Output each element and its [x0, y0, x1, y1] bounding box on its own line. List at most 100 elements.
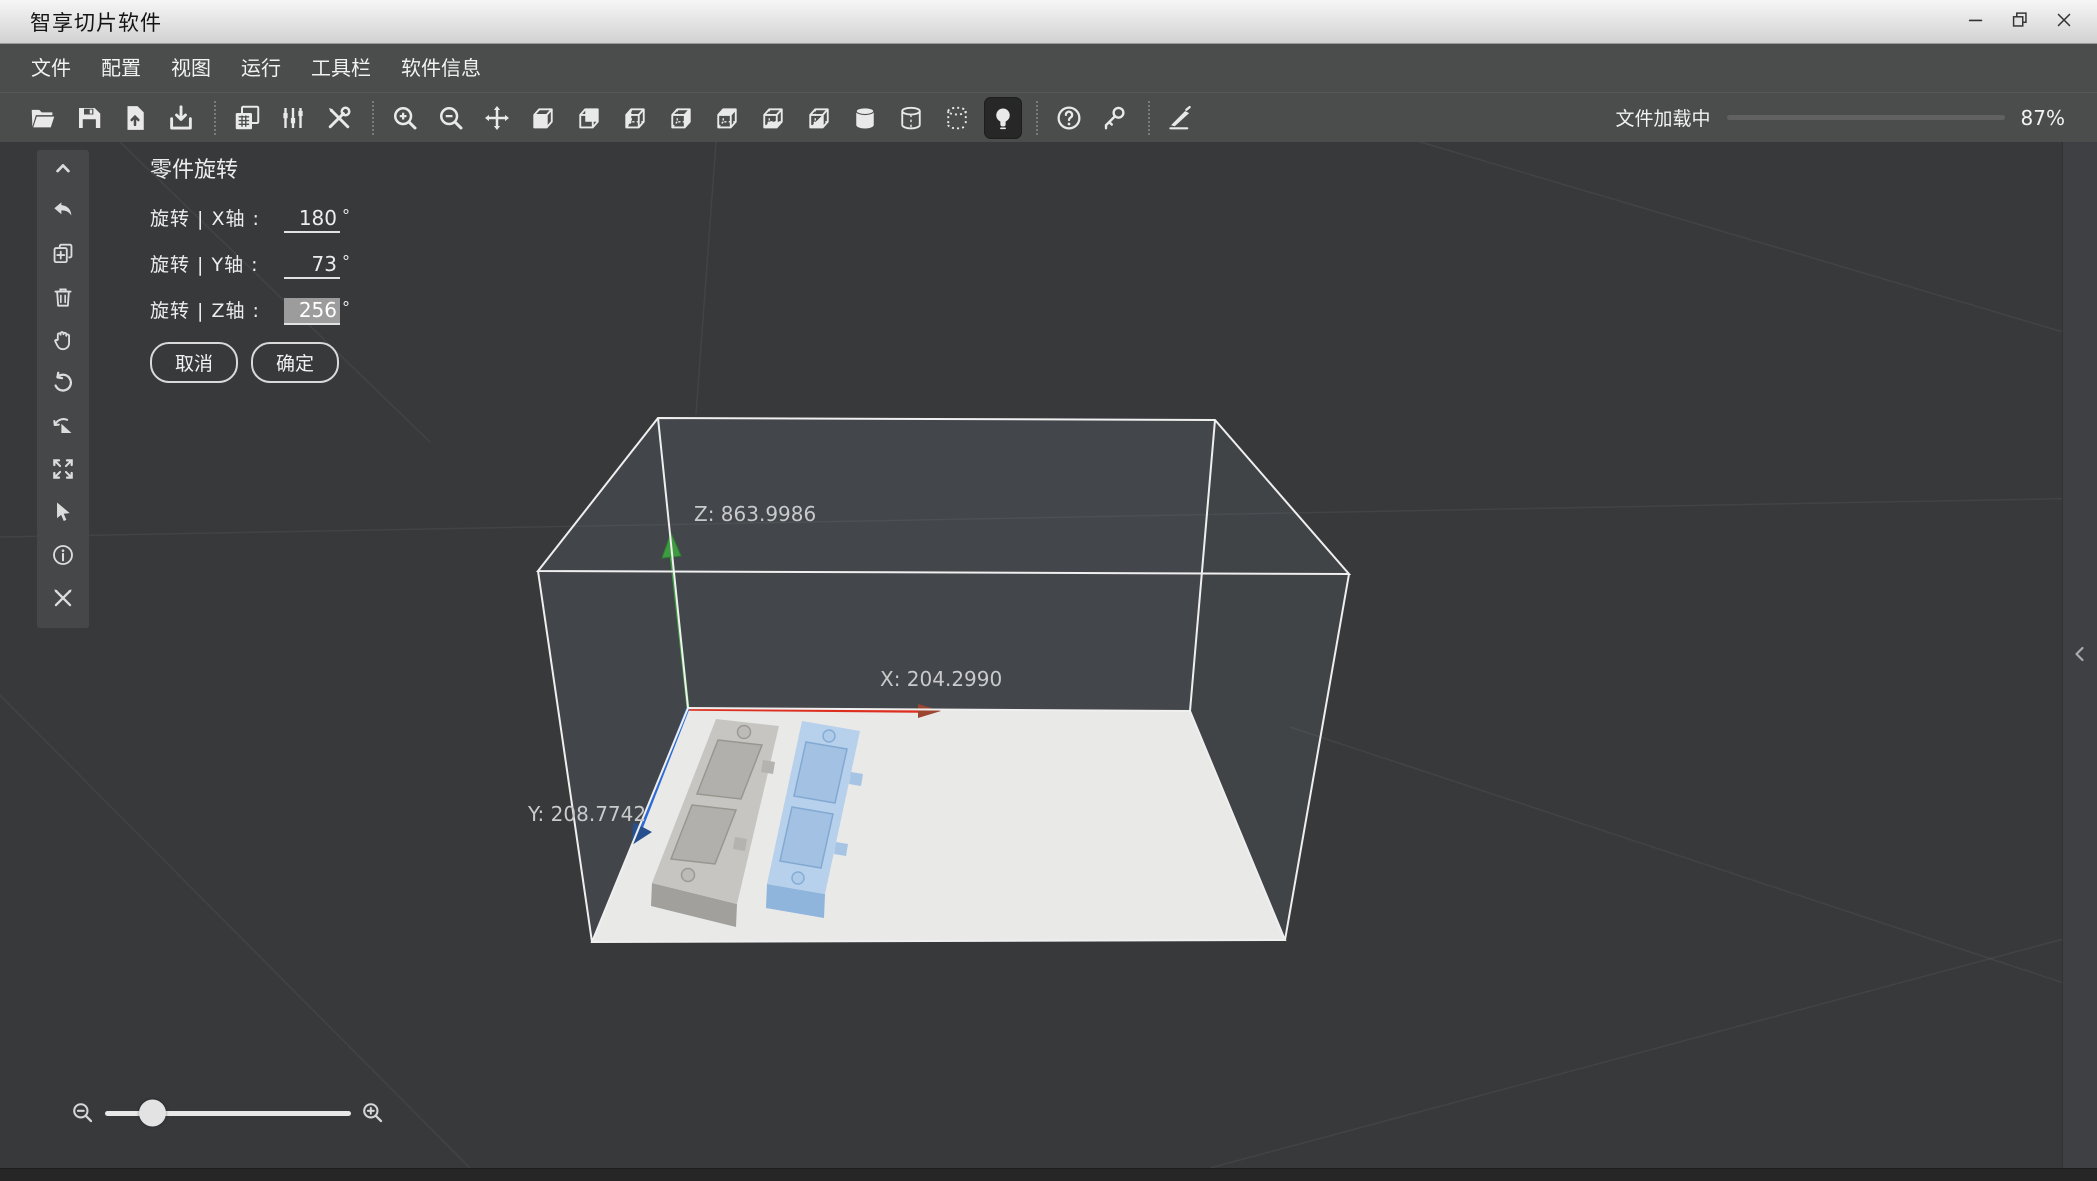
toolbar-cube-top-button[interactable] — [708, 97, 746, 139]
menu-view[interactable]: 视图 — [156, 44, 226, 92]
side-undo-button[interactable] — [45, 197, 81, 225]
undo-icon — [54, 202, 72, 216]
rotation-z-input[interactable]: 256 — [284, 298, 340, 325]
toolbar-cylinder-solid-button[interactable] — [846, 97, 884, 139]
side-rotate-button[interactable] — [45, 369, 81, 397]
toolbar-save-button[interactable] — [70, 97, 108, 139]
toolbar-cube-back-button[interactable] — [570, 97, 608, 139]
tools-icon — [328, 106, 351, 128]
toolbar-zoom-in-button[interactable] — [386, 97, 424, 139]
select-pointer-icon — [57, 502, 70, 521]
toolbar-adjust-button[interactable] — [274, 97, 312, 139]
window-controls — [1961, 7, 2097, 37]
cube-bottom-icon — [763, 107, 783, 128]
toolbar-zoom-out-button[interactable] — [432, 97, 470, 139]
viewport-3d[interactable]: Z: 863.9986 X: 204.2990 Y: 208.7742 零件旋转… — [0, 142, 2097, 1168]
zoom-in-magnifier-icon[interactable] — [360, 1100, 386, 1126]
toolbar-cube-front-button[interactable] — [524, 97, 562, 139]
rotation-x-input[interactable]: 180 — [284, 206, 340, 233]
right-panel-collapsed-strip[interactable] — [2062, 142, 2097, 1168]
cube-left-icon — [625, 107, 645, 128]
help-icon — [1057, 105, 1081, 130]
toolbar-cylinder-points-button[interactable] — [938, 97, 976, 139]
degree-unit: ° — [342, 252, 350, 271]
toolbar-separator — [1036, 100, 1038, 135]
app-window: 智享切片软件 文件 配置 视图 运行 工具栏 软件信息 文件加载中 87% Z:… — [0, 0, 2097, 1181]
side-collapse-up-button[interactable] — [45, 154, 81, 182]
side-duplicate-button[interactable] — [45, 240, 81, 268]
side-tool-strip — [37, 150, 89, 628]
progress-bar — [1726, 115, 2005, 120]
repair-tools-icon — [54, 589, 72, 607]
open-icon — [31, 109, 55, 127]
menu-run[interactable]: 运行 — [226, 44, 296, 92]
panel-title: 零件旋转 — [150, 158, 239, 183]
side-pan-hand-button[interactable] — [45, 326, 81, 354]
toolbar-move-button[interactable] — [478, 97, 516, 139]
confirm-button[interactable]: 确定 — [251, 342, 340, 383]
toolbar-import-button[interactable] — [116, 97, 154, 139]
collapse-up-icon — [56, 164, 70, 173]
export-icon — [170, 104, 192, 129]
cancel-button[interactable]: 取消 — [150, 342, 239, 383]
toolbar-knife-button[interactable] — [1162, 97, 1200, 139]
file-loading-progress: 文件加载中 87% — [1616, 104, 2097, 131]
zoom-slider-knob[interactable] — [138, 1099, 166, 1127]
toolbar-cube-right-button[interactable] — [662, 97, 700, 139]
side-repair-tools-button[interactable] — [45, 584, 81, 612]
toolbar-cube-section-button[interactable] — [800, 97, 838, 139]
minimize-button[interactable] — [1961, 7, 1991, 37]
rotation-panel-buttons: 取消 确定 — [150, 342, 350, 383]
rotate-icon — [54, 371, 72, 392]
zoom-out-icon — [439, 106, 463, 129]
rotation-row-z: 旋转 | Z轴 : 256 ° — [150, 296, 350, 325]
cube-top-icon — [717, 107, 737, 128]
progress-label: 文件加载中 — [1615, 108, 1711, 130]
toolbar-export-button[interactable] — [162, 97, 200, 139]
restore-button[interactable] — [2005, 7, 2035, 37]
info-icon — [53, 545, 73, 565]
side-info-button[interactable] — [45, 541, 81, 569]
zoom-slider[interactable] — [105, 1099, 351, 1127]
close-icon — [2053, 9, 2075, 34]
zoom-out-magnifier-icon[interactable] — [70, 1100, 96, 1126]
toolbar-plate-copy-button[interactable] — [228, 97, 266, 139]
toolbar-cube-left-button[interactable] — [616, 97, 654, 139]
toolbar-help-button[interactable] — [1050, 97, 1088, 139]
rotation-rows: 旋转 | X轴 :180 ° 旋转 | Y轴 :73 ° 旋转 | Z轴 :256 ° — [150, 204, 350, 325]
cube-front-icon — [533, 107, 553, 128]
menu-software-info[interactable]: 软件信息 — [386, 44, 496, 92]
menu-toolbar[interactable]: 工具栏 — [296, 44, 386, 92]
close-button[interactable] — [2049, 7, 2079, 37]
rotation-row-y: 旋转 | Y轴 : 73 ° — [150, 250, 350, 279]
key-icon — [1104, 106, 1125, 129]
degree-unit: ° — [342, 206, 350, 225]
win-restore-icon — [2012, 12, 2027, 27]
cylinder-points-icon — [947, 106, 967, 129]
side-select-pointer-button[interactable] — [45, 498, 81, 526]
cube-back-icon — [579, 107, 599, 128]
toolbar-tools-button[interactable] — [320, 97, 358, 139]
toolbar-cylinder-wire-button[interactable] — [892, 97, 930, 139]
mirror-icon — [53, 418, 72, 434]
rotation-y-input[interactable]: 73 — [284, 252, 340, 279]
toolbar-cube-bottom-button[interactable] — [754, 97, 792, 139]
menu-file[interactable]: 文件 — [16, 44, 86, 92]
lightbulb-icon — [996, 108, 1010, 129]
toolbar-open-button[interactable] — [24, 97, 62, 139]
side-mirror-button[interactable] — [45, 412, 81, 440]
rotation-row-label: 旋转 | Y轴 : — [150, 254, 259, 276]
side-fit-expand-button[interactable] — [45, 455, 81, 483]
menubar: 文件 配置 视图 运行 工具栏 软件信息 — [0, 44, 2097, 92]
menu-config[interactable]: 配置 — [86, 44, 156, 92]
pan-hand-icon — [54, 331, 70, 351]
window-title: 智享切片软件 — [30, 10, 162, 35]
mag-plus-icon — [363, 1103, 383, 1123]
toolbar-lightbulb-button[interactable] — [984, 96, 1022, 139]
toolbar-key-button[interactable] — [1096, 97, 1134, 139]
duplicate-icon — [53, 243, 73, 264]
side-delete-button[interactable] — [45, 283, 81, 311]
rotation-row-label: 旋转 | X轴 : — [150, 208, 260, 230]
restore-icon — [2009, 9, 2031, 34]
cylinder-solid-icon — [855, 106, 875, 128]
